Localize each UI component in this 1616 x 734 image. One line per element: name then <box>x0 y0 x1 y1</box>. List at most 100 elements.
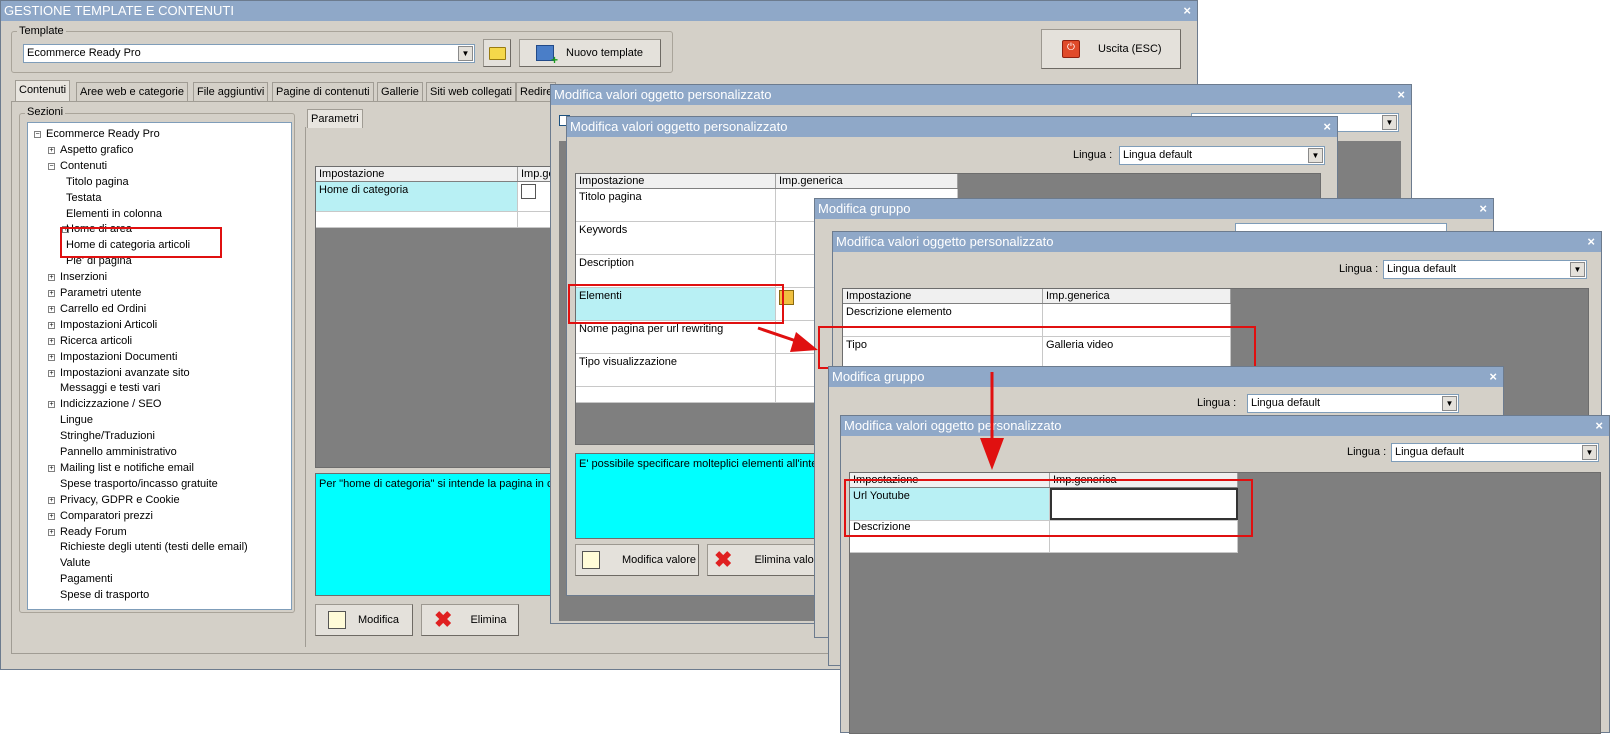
tree-expand-icon[interactable]: + <box>48 512 55 520</box>
header-imp-generica: Imp.generica <box>1043 289 1231 303</box>
tree-item[interactable]: Impostazioni Documenti <box>60 350 177 364</box>
tab-siti-collegati[interactable]: Siti web collegati <box>426 82 516 101</box>
dialog6-lingua-select[interactable]: Lingua default ▼ <box>1391 443 1599 462</box>
chevron-down-icon[interactable]: ▼ <box>1308 148 1323 163</box>
tree-item[interactable]: Parametri utente <box>60 286 141 300</box>
tree-expand-icon[interactable]: + <box>48 305 55 313</box>
delete-value-button[interactable]: ✖ Elimina valor <box>707 544 831 576</box>
chevron-down-icon[interactable]: ▼ <box>1442 396 1457 411</box>
folder-icon <box>488 46 506 60</box>
dialog3-close-icon[interactable]: × <box>1479 199 1487 219</box>
tree-expand-icon[interactable]: + <box>48 321 55 329</box>
tree-expand-icon[interactable]: + <box>48 337 55 345</box>
tree-item[interactable]: Aspetto grafico <box>60 143 133 157</box>
chevron-down-icon[interactable]: ▼ <box>1570 262 1585 277</box>
tab-contenuti[interactable]: Contenuti <box>15 80 71 102</box>
main-close-icon[interactable]: × <box>1183 1 1191 21</box>
chevron-down-icon[interactable]: ▼ <box>1382 115 1397 130</box>
tree-expand-icon[interactable]: + <box>48 369 55 377</box>
chevron-down-icon[interactable]: ▼ <box>1582 445 1597 460</box>
tree-expand-icon[interactable]: + <box>48 290 55 297</box>
table-row[interactable]: Home di categoria <box>316 182 558 212</box>
tree-item[interactable]: Privacy, GDPR e Cookie <box>60 493 180 507</box>
tree-item[interactable]: Messaggi e testi vari <box>60 381 160 395</box>
tree-expand-icon[interactable]: + <box>48 528 55 536</box>
modify-value-label: Modifica valore <box>622 554 696 566</box>
dialog6-close-icon[interactable]: × <box>1595 416 1603 436</box>
tree-expand-icon[interactable]: + <box>48 274 55 282</box>
elementi-highlight <box>568 284 784 324</box>
tree-item[interactable]: Comparatori prezzi <box>60 509 153 523</box>
tree-item[interactable]: Indicizzazione / SEO <box>60 397 162 411</box>
dialog2-close-icon[interactable]: × <box>1323 117 1331 137</box>
dialog4-lingua-value: Lingua default <box>1387 263 1457 275</box>
dialog5-close-icon[interactable]: × <box>1489 367 1497 387</box>
dialog2-lingua-label: Lingua : <box>1073 149 1113 161</box>
tree-item[interactable]: Mailing list e notifiche email <box>60 461 194 475</box>
tree-expand-icon[interactable]: + <box>48 353 55 361</box>
tree-item[interactable]: Spese trasporto/incasso gratuite <box>60 477 218 491</box>
tab-file-aggiuntivi[interactable]: File aggiuntivi <box>193 82 269 101</box>
dialog1-close-icon[interactable]: × <box>1397 85 1405 105</box>
tab-gallerie[interactable]: Gallerie <box>377 82 423 101</box>
tree-item[interactable]: Stringhe/Traduzioni <box>60 429 155 443</box>
edit-note-icon <box>582 551 600 569</box>
dialog5-lingua-value: Lingua default <box>1251 397 1321 409</box>
tree-item[interactable]: Testata <box>66 191 101 205</box>
tree-item[interactable]: Ready Forum <box>60 525 127 539</box>
tree-item[interactable]: Inserzioni <box>60 270 107 284</box>
sections-label: Sezioni <box>25 106 66 118</box>
tree-collapse-icon[interactable]: − <box>48 162 55 170</box>
header-imp-generica: Imp.generica <box>776 174 958 188</box>
dialog4-close-icon[interactable]: × <box>1587 232 1595 252</box>
dialog4-title: Modifica valori oggetto personalizzato <box>836 234 1054 249</box>
tree-expand-icon[interactable]: + <box>48 146 55 154</box>
row-label <box>316 212 518 227</box>
tree-expand-icon[interactable]: + <box>48 401 55 409</box>
table-row[interactable] <box>316 212 558 228</box>
exit-button[interactable]: ⏻ Uscita (ESC) <box>1041 29 1181 69</box>
template-select[interactable]: Ecommerce Ready Pro ▼ <box>23 44 475 63</box>
tab-parametri[interactable]: Parametri <box>307 109 363 128</box>
new-template-button[interactable]: + Nuovo template <box>519 39 661 67</box>
tree-item[interactable]: Contenuti <box>60 159 107 173</box>
tree-item[interactable]: Ecommerce Ready Pro <box>46 127 160 141</box>
tab-pagine-contenuti[interactable]: Pagine di contenuti <box>272 82 374 101</box>
dialog3-title: Modifica gruppo <box>818 201 911 216</box>
tree-collapse-icon[interactable]: − <box>34 131 41 138</box>
tree-item[interactable]: Carrello ed Ordini <box>60 302 146 316</box>
tree-item[interactable]: Lingue <box>60 413 93 427</box>
dialog5-lingua-select[interactable]: Lingua default ▼ <box>1247 394 1459 413</box>
tree-item[interactable]: Pagamenti <box>60 572 113 586</box>
delete-button[interactable]: ✖ Elimina <box>421 604 519 636</box>
tree-item[interactable]: Ricerca articoli <box>60 334 132 348</box>
tree-expand-icon[interactable]: + <box>48 464 55 472</box>
row-label <box>576 387 776 402</box>
tree-item[interactable]: Titolo pagina <box>66 175 129 189</box>
tree-item[interactable]: Richieste degli utenti (testi delle emai… <box>60 540 248 554</box>
modify-button[interactable]: Modifica <box>315 604 413 636</box>
power-icon: ⏻ <box>1062 40 1080 58</box>
sections-tree[interactable]: − Ecommerce Ready Pro + Aspetto grafico − Con… <box>27 122 292 610</box>
dialog2-lingua-select[interactable]: Lingua default ▼ <box>1119 146 1325 165</box>
template-group-label: Template <box>17 25 66 37</box>
dialog4-lingua-label: Lingua : <box>1339 263 1379 275</box>
tree-item[interactable]: Elementi in colonna <box>66 207 162 221</box>
row-label: Titolo pagina <box>576 189 776 221</box>
tree-item[interactable]: Spese di trasporto <box>60 588 149 602</box>
tree-expand-icon[interactable]: + <box>48 496 55 504</box>
main-description: Per "home di categoria" si intende la pa… <box>315 473 551 596</box>
main-settings-grid[interactable]: Impostazione Imp.generica Home di catego… <box>315 166 558 468</box>
tree-item[interactable]: Pannello amministrativo <box>60 445 177 459</box>
edit-list-icon[interactable] <box>521 184 536 199</box>
open-folder-button[interactable] <box>483 39 511 67</box>
tree-item[interactable]: Impostazioni avanzate sito <box>60 366 190 380</box>
chevron-down-icon[interactable]: ▼ <box>458 46 473 61</box>
header-impostazione: Impostazione <box>316 167 518 181</box>
tab-aree-web[interactable]: Aree web e categorie <box>76 82 188 101</box>
tree-item[interactable]: Valute <box>60 556 90 570</box>
dialog4-lingua-select[interactable]: Lingua default ▼ <box>1383 260 1587 279</box>
modify-value-button[interactable]: Modifica valore <box>575 544 699 576</box>
tree-item[interactable]: Impostazioni Articoli <box>60 318 157 332</box>
header-impostazione: Impostazione <box>843 289 1043 303</box>
